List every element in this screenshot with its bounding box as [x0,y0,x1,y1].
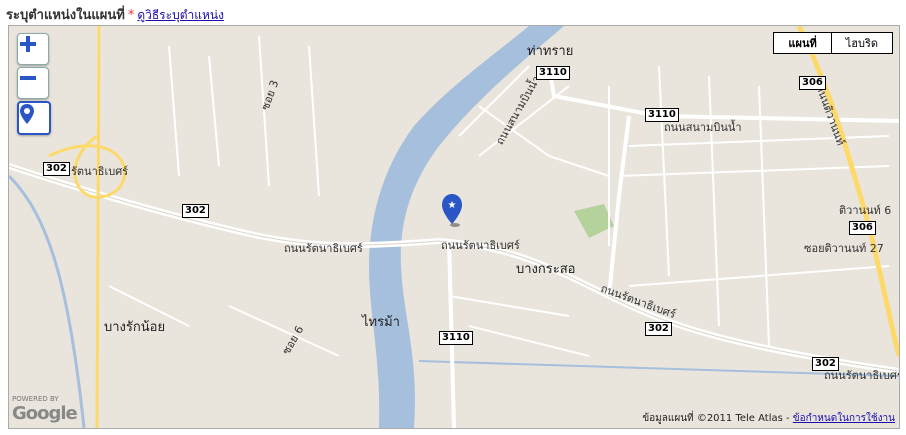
google-logo[interactable]: POWERED BY Google [12,395,78,424]
western-highway [95,26,101,428]
route-shield: 302 [182,204,209,218]
map-type-map-button[interactable]: แผนที่ [774,33,830,53]
route-shield: 302 [645,322,672,336]
map-tiles: ★ [9,26,899,428]
svg-text:★: ★ [448,200,457,211]
route-shield: 302 [43,162,70,176]
map-canvas[interactable]: ★ แผนที่ ไฮบริด ท่าทราย บางกระสอ ไทรม้า … [8,25,900,429]
copyright-text: ข้อมูลแผนที่ ©2011 Tele Atlas [642,413,783,424]
required-mark: * [127,8,135,23]
page-title: ระบุตำแหน่งในแผนที่ [6,8,125,23]
zoom-out-button[interactable] [17,67,49,99]
minus-icon [20,76,36,80]
route-shield: 3110 [645,108,679,122]
map-attribution: ข้อมูลแผนที่ ©2011 Tele Atlas - ข้อกำหนด… [642,411,895,426]
map-type-hybrid-button[interactable]: ไฮบริด [830,33,892,53]
route-shield: 3110 [439,331,473,345]
map-type-control: แผนที่ ไฮบริด [773,32,893,54]
route-shield: 3110 [536,66,570,80]
zoom-in-button[interactable] [17,33,49,65]
attribution-separator: - [782,413,793,424]
route-shield: 306 [849,221,876,235]
place-sai-ma: ไทรม้า [362,315,400,330]
route-shield: 306 [799,76,826,90]
powered-by-label: POWERED BY [12,395,59,403]
place-tha-sai: ท่าทราย [527,44,574,59]
road-label: รัตนาธิเบศร์ [71,165,129,178]
google-wordmark: Google [12,403,78,424]
page-header: ระบุตำแหน่งในแผนที่ * ดูวิธีระบุตำแหน่ง [6,4,224,23]
terms-link[interactable]: ข้อกำหนดในการใช้งาน [793,413,895,424]
road-label: ถนนรัตนาธิเบศร์ [441,239,520,252]
road-label: ติวานนท์ 6 [839,204,892,217]
help-link[interactable]: ดูวิธีระบุตำแหน่ง [137,8,224,22]
place-bang-kraso: บางกระสอ [516,262,576,277]
road-label: ซอยติวานนท์ 27 [804,242,884,255]
route-shield: 302 [812,357,839,371]
plus-icon [20,36,36,52]
locate-button[interactable] [17,101,51,135]
road-label: ถนนรัตนาธิเบศร์ [284,242,363,255]
map-pin-icon [20,104,34,124]
place-bang-rak-noi: บางรักน้อย [104,320,166,335]
